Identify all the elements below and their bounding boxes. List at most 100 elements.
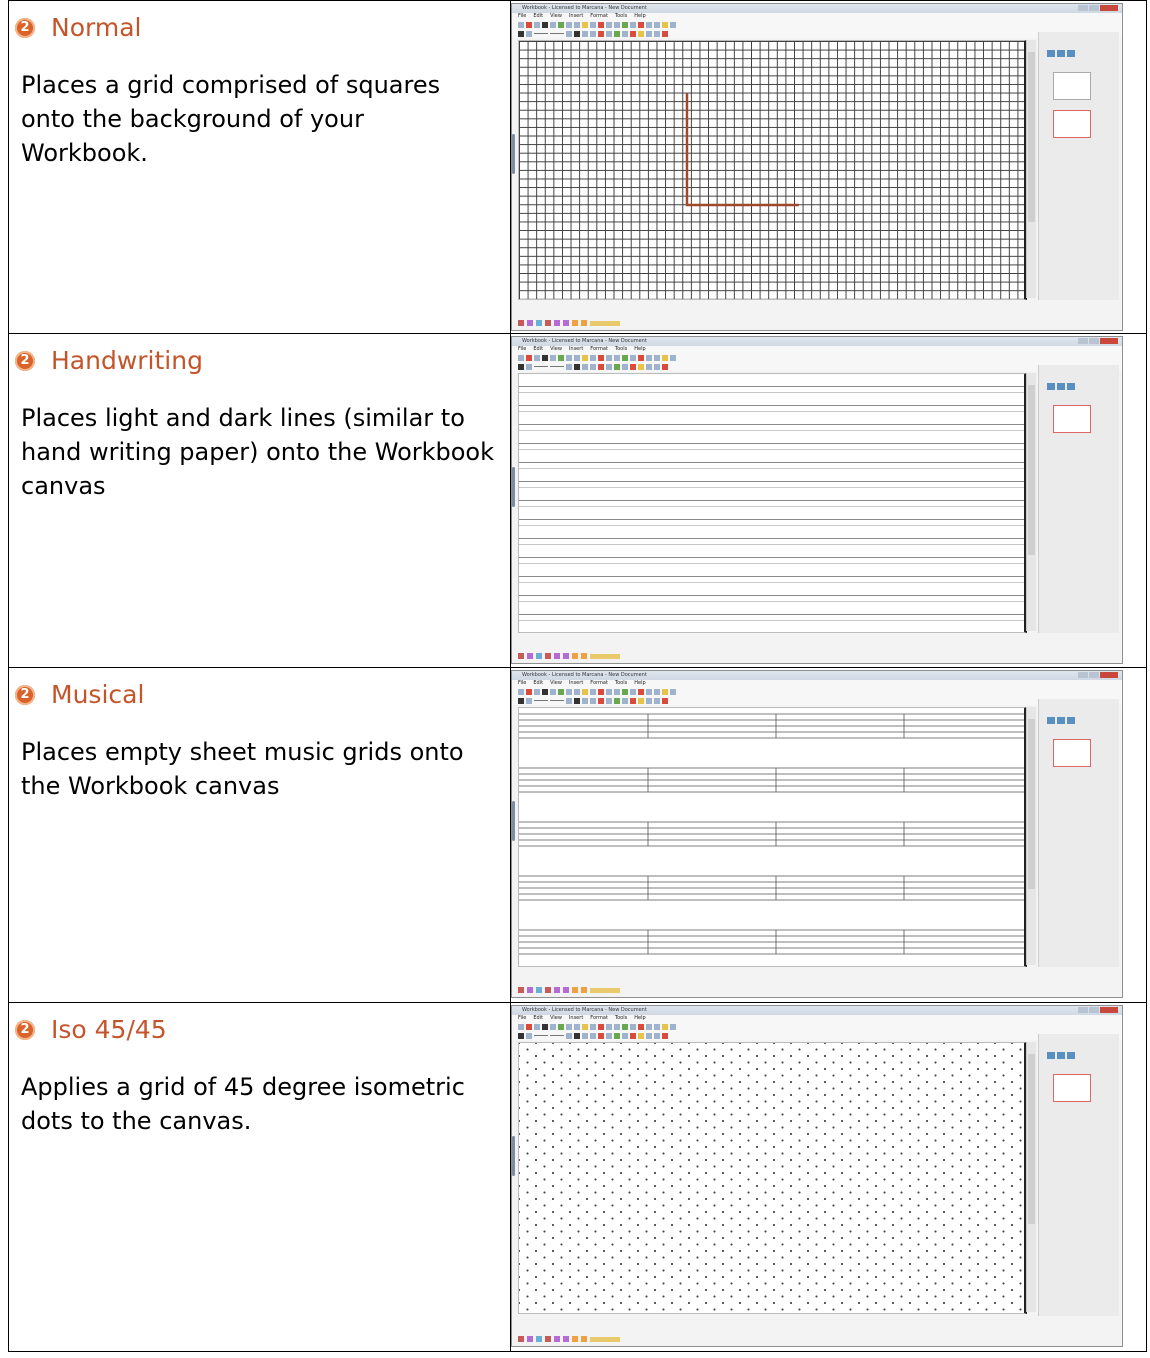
staff-lines	[519, 713, 1024, 955]
menu-tools[interactable]: Tools	[615, 1015, 627, 1022]
toolbar-top[interactable]	[512, 353, 1122, 362]
page-tools[interactable]	[1047, 383, 1119, 390]
menu-insert[interactable]: Insert	[569, 346, 583, 353]
window-controls[interactable]	[1078, 672, 1118, 678]
menu-format[interactable]: Format	[590, 13, 608, 20]
menu-view[interactable]: View	[550, 1015, 562, 1022]
window-controls[interactable]	[1078, 1007, 1118, 1013]
menu-file[interactable]: File	[518, 1015, 526, 1022]
canvas-music-staves[interactable]	[518, 707, 1027, 967]
option-description: Applies a grid of 45 degree isometric do…	[21, 1073, 465, 1135]
bottom-toolbar[interactable]	[518, 318, 1038, 328]
page-thumbnail-selected[interactable]	[1053, 739, 1091, 767]
table-row: 2 Musical Places empty sheet music grids…	[8, 667, 1147, 1003]
menu-format[interactable]: Format	[590, 1015, 608, 1022]
page-thumbnail-selected[interactable]	[1053, 1074, 1091, 1102]
menu-view[interactable]: View	[550, 346, 562, 353]
canvas-handwriting-lines[interactable]	[518, 373, 1027, 633]
numbered-bullet-icon: 2	[15, 350, 35, 371]
page-thumbnail[interactable]	[1053, 72, 1091, 100]
page-tools[interactable]	[1047, 717, 1119, 724]
description-cell: 2 Musical Places empty sheet music grids…	[8, 667, 511, 1003]
menu-file[interactable]: File	[518, 13, 526, 20]
toolbar-bottom[interactable]	[512, 29, 1122, 38]
page-thumbnail-selected[interactable]	[1053, 405, 1091, 433]
menu-edit[interactable]: Edit	[533, 346, 543, 353]
minimize-icon[interactable]	[1078, 1007, 1088, 1013]
bottom-toolbar[interactable]	[518, 1334, 1038, 1344]
window-controls[interactable]	[1078, 338, 1118, 344]
option-description: Places light and dark lines (similar to …	[21, 404, 495, 500]
menu-help[interactable]: Help	[634, 680, 645, 687]
vertical-scrollbar[interactable]	[1026, 707, 1036, 965]
close-icon[interactable]	[1100, 5, 1118, 11]
close-icon[interactable]	[1100, 338, 1118, 344]
menu-edit[interactable]: Edit	[533, 1015, 543, 1022]
menu-insert[interactable]: Insert	[569, 680, 583, 687]
toolbar-top[interactable]	[512, 687, 1122, 696]
option-description: Places empty sheet music grids onto the …	[21, 738, 464, 800]
workbook-window: Workbook - Licensed to Marcana - New Doc…	[511, 670, 1123, 998]
bottom-toolbar[interactable]	[518, 985, 1038, 995]
side-grip-handle[interactable]	[512, 134, 515, 174]
menu-bar: File Edit View Insert Format Tools Help	[512, 346, 1122, 353]
option-heading: 2 Handwriting	[15, 346, 510, 375]
screenshot-cell: Workbook - Licensed to Marcana - New Doc…	[510, 333, 1147, 668]
menu-edit[interactable]: Edit	[533, 13, 543, 20]
toolbar-bottom[interactable]	[512, 362, 1122, 371]
close-icon[interactable]	[1100, 1007, 1118, 1013]
option-title: Musical	[51, 680, 145, 709]
menu-bar: File Edit View Insert Format Tools Help	[512, 680, 1122, 687]
menu-bar: File Edit View Insert Format Tools Help	[512, 1015, 1122, 1022]
vertical-scrollbar[interactable]	[1026, 1042, 1036, 1312]
page-tools[interactable]	[1047, 1052, 1119, 1059]
maximize-icon[interactable]	[1089, 338, 1099, 344]
menu-help[interactable]: Help	[634, 1015, 645, 1022]
vertical-scrollbar[interactable]	[1026, 40, 1036, 298]
menu-file[interactable]: File	[518, 680, 526, 687]
window-title: Workbook - Licensed to Marcana - New Doc…	[512, 1006, 1122, 1015]
screenshot-cell: Workbook - Licensed to Marcana - New Doc…	[510, 667, 1147, 1003]
side-grip-handle[interactable]	[512, 467, 515, 507]
menu-insert[interactable]: Insert	[569, 13, 583, 20]
minimize-icon[interactable]	[1078, 338, 1088, 344]
window-controls[interactable]	[1078, 5, 1118, 11]
menu-view[interactable]: View	[550, 680, 562, 687]
maximize-icon[interactable]	[1089, 672, 1099, 678]
option-title: Normal	[51, 13, 142, 42]
pages-panel	[1038, 1034, 1119, 1316]
maximize-icon[interactable]	[1089, 5, 1099, 11]
bottom-toolbar[interactable]	[518, 651, 1038, 661]
menu-format[interactable]: Format	[590, 346, 608, 353]
toolbar-top[interactable]	[512, 1022, 1122, 1031]
menu-tools[interactable]: Tools	[615, 680, 627, 687]
toolbar-top[interactable]	[512, 20, 1122, 29]
canvas-normal-grid[interactable]	[518, 40, 1027, 300]
screenshot-cell: Workbook - Licensed to Marcana - New Doc…	[510, 1002, 1147, 1352]
vertical-scrollbar[interactable]	[1026, 373, 1036, 631]
pages-panel	[1038, 699, 1119, 967]
side-grip-handle[interactable]	[512, 1136, 515, 1176]
toolbar-bottom[interactable]	[512, 1031, 1122, 1040]
menu-format[interactable]: Format	[590, 680, 608, 687]
menu-tools[interactable]: Tools	[615, 346, 627, 353]
page-tools[interactable]	[1047, 50, 1119, 57]
menu-view[interactable]: View	[550, 13, 562, 20]
description-cell: 2 Handwriting Places light and dark line…	[8, 333, 511, 668]
minimize-icon[interactable]	[1078, 5, 1088, 11]
canvas-isometric-dots[interactable]	[518, 1042, 1027, 1314]
menu-edit[interactable]: Edit	[533, 680, 543, 687]
window-title: Workbook - Licensed to Marcana - New Doc…	[512, 671, 1122, 680]
menu-help[interactable]: Help	[634, 13, 645, 20]
option-heading: 2 Musical	[15, 680, 510, 709]
maximize-icon[interactable]	[1089, 1007, 1099, 1013]
menu-file[interactable]: File	[518, 346, 526, 353]
minimize-icon[interactable]	[1078, 672, 1088, 678]
close-icon[interactable]	[1100, 672, 1118, 678]
page-thumbnail-selected[interactable]	[1053, 110, 1091, 138]
menu-insert[interactable]: Insert	[569, 1015, 583, 1022]
menu-tools[interactable]: Tools	[615, 13, 627, 20]
side-grip-handle[interactable]	[512, 801, 515, 841]
menu-help[interactable]: Help	[634, 346, 645, 353]
toolbar-bottom[interactable]	[512, 696, 1122, 705]
